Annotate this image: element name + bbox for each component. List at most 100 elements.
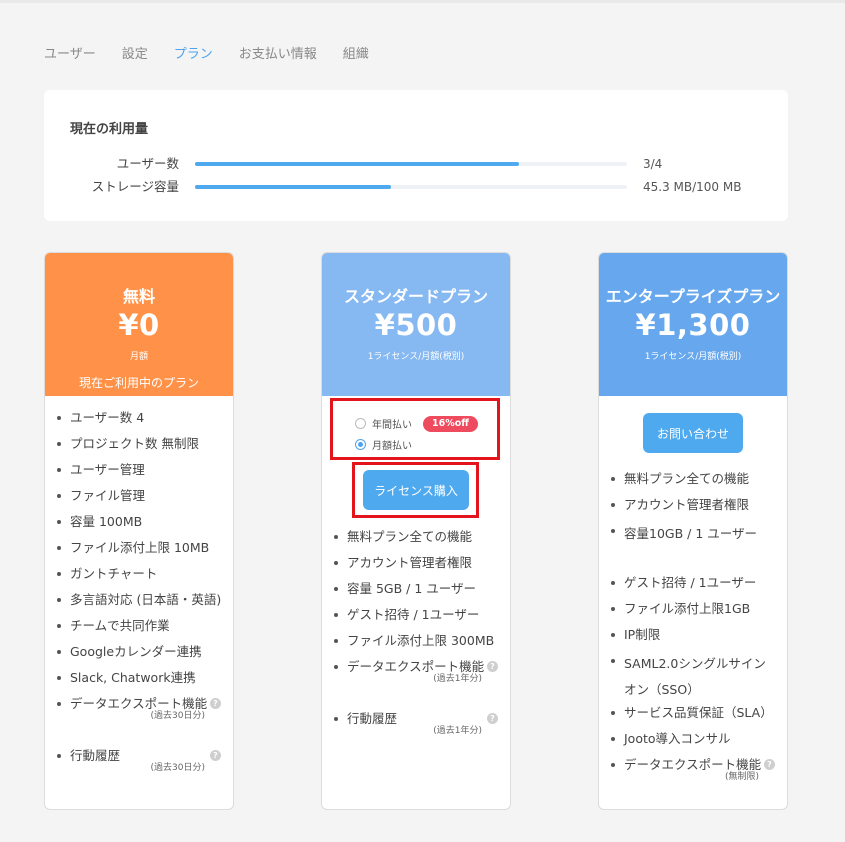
feature-text: チームで共同作業 [70,618,170,633]
billing-monthly-label: 月額払い [372,441,412,452]
radio-annual[interactable] [355,418,366,429]
usage-value: 3/4 [643,157,663,171]
settings-tabs: ユーザー 設定 プラン お支払い情報 組織 [44,46,395,64]
plan-price-unit: 月額 [129,352,148,362]
feature-text: Googleカレンダー連携 [70,644,202,659]
feature-text: 行動履歴 [70,748,121,763]
plan-card-standard: スタンダードプラン ¥500 1ライセンス/月額(税別) 無料プラン全ての機能ア… [321,252,511,810]
question-circle-icon[interactable]: ? [210,698,221,709]
usage-row-storage: ストレージ容量 45.3 MB/100 MB [44,178,788,196]
feature-text: 無料プラン全ての機能 [624,471,750,486]
feature-text: ファイル添付上限1GB [624,601,751,616]
feature-item: データエクスポート機能 (無制限)? [599,755,787,807]
plan-header: エンタープライズプラン ¥1,300 1ライセンス/月額(税別) [599,253,787,396]
tab-plan[interactable]: プラン [174,46,213,64]
tab-users[interactable]: ユーザー [44,46,96,64]
feature-text: SAML2.0シングルサインオン（SSO） [624,656,766,697]
feature-text: ゲスト招待 / 1ユーザー [624,575,757,590]
feature-text: ファイル管理 [70,488,146,503]
feature-text: 多言語対応 (日本語・英語) [70,592,222,607]
plan-name: 無料 [122,287,155,306]
billing-option-monthly[interactable]: 月額払い [355,437,412,452]
feature-item: 無料プラン全ての機能 [322,527,510,553]
question-circle-icon[interactable]: ? [764,759,775,770]
feature-item: Slack, Chatwork連携 [45,668,233,694]
feature-item: ユーザー管理 [45,460,233,486]
feature-text: アカウント管理者権限 [624,497,750,512]
feature-item: サービス品質保証（SLA） [599,703,787,729]
feature-item: SAML2.0シングルサインオン（SSO） [599,651,787,703]
feature-item: ユーザー数 4 [45,408,233,434]
feature-text: 容量 100MB [70,514,143,529]
current-plan-label: 現在ご利用中のプラン [78,376,199,390]
plan-price: ¥1,300 [635,308,751,342]
usage-progress-track [195,162,627,166]
feature-item: アカウント管理者権限 [322,553,510,579]
feature-item: 多言語対応 (日本語・英語) [45,590,233,616]
top-divider [0,0,845,3]
feature-text: 行動履歴 [347,711,398,726]
plan-card-free: 無料 ¥0 月額 現在ご利用中のプラン ユーザー数 4 プロジェクト数 無制限 ユー… [44,252,234,810]
feature-text: 行動履歴 [624,809,674,810]
feature-text: データエクスポート機能 [347,659,485,674]
feature-item: ゲスト招待 / 1ユーザー [599,573,787,599]
question-circle-icon[interactable]: ? [210,750,221,761]
feature-item: ファイル管理 [45,486,233,512]
feature-text: ガントチャート [70,566,158,581]
usage-card: 現在の利用量 ユーザー数 3/4 ストレージ容量 45.3 MB/100 MB [44,90,788,221]
billing-option-group: 年間払い 16%off 月額払い [330,398,500,460]
feature-note: (無制限) [724,772,759,782]
plan-header: スタンダードプラン ¥500 1ライセンス/月額(税別) [322,253,510,396]
tab-organization[interactable]: 組織 [343,46,369,64]
feature-item: ガントチャート [45,564,233,590]
feature-text: サービス品質保証（SLA） [624,705,773,720]
feature-text: ユーザー管理 [70,462,145,477]
feature-note: (過去30日分) [150,763,205,773]
tab-settings[interactable]: 設定 [122,46,148,64]
feature-list: 無料プラン全ての機能 アカウント管理者権限 容量10GB / 1 ユーザー ゲスト招待… [599,469,787,810]
feature-text: データエクスポート機能 [70,696,208,711]
feature-list: ユーザー数 4 プロジェクト数 無制限 ユーザー管理 ファイル管理 容量 100MB ファ… [45,408,233,798]
usage-value: 45.3 MB/100 MB [643,180,742,194]
feature-item: 行動履歴 (過去30日分)? [45,746,233,798]
billing-option-annual[interactable]: 年間払い [355,416,412,431]
feature-text: 容量10GB / 1 ユーザー [624,526,758,541]
feature-text: IP制限 [624,627,661,642]
feature-item: 行動履歴 (過去1年分)? [322,709,510,761]
plan-price: ¥0 [118,308,160,342]
feature-item: IP制限 [599,625,787,651]
contact-us-button[interactable]: お問い合わせ [643,413,743,453]
feature-text: 無料プラン全ての機能 [347,529,473,544]
feature-item: データエクスポート機能 (過去30日分)? [45,694,233,746]
feature-text: アカウント管理者権限 [347,555,473,570]
feature-note: (過去30日分) [150,711,205,721]
feature-item: 無料プラン全ての機能 [599,469,787,495]
radio-monthly[interactable] [355,439,366,450]
feature-item: データエクスポート機能 (過去1年分)? [322,657,510,709]
usage-progress-fill [195,185,391,189]
usage-row-users: ユーザー数 3/4 [44,155,788,173]
feature-item: 容量 5GB / 1 ユーザー [322,579,510,605]
discount-badge: 16%off [423,416,478,432]
tab-billing[interactable]: お支払い情報 [239,46,317,64]
usage-label: ストレージ容量 [91,179,179,194]
plan-price-unit: 1ライセンス/月額(税別) [367,352,465,362]
feature-text: Slack, Chatwork連携 [70,670,196,685]
feature-text: ゲスト招待 / 1ユーザー [347,607,480,622]
feature-item: Jooto導入コンサル [599,729,787,755]
plan-name: スタンダードプラン [343,287,488,306]
feature-item: 行動履歴(無制限)? [599,807,787,810]
buy-license-button[interactable]: ライセンス購入 [363,470,469,510]
question-circle-icon[interactable]: ? [487,661,498,672]
feature-item: ファイル添付上限1GB [599,599,787,625]
feature-text: 容量 5GB / 1 ユーザー [347,581,477,596]
feature-item: ゲスト招待 / 1ユーザー [322,605,510,631]
feature-text: プロジェクト数 無制限 [70,436,199,451]
usage-label: ユーザー数 [116,156,179,171]
feature-note: (過去1年分) [433,674,482,684]
usage-title: 現在の利用量 [70,122,149,137]
feature-item: プロジェクト数 無制限 [45,434,233,460]
question-circle-icon[interactable]: ? [487,713,498,724]
feature-text: Jooto導入コンサル [624,731,731,746]
plan-header: 無料 ¥0 月額 現在ご利用中のプラン [45,253,233,396]
